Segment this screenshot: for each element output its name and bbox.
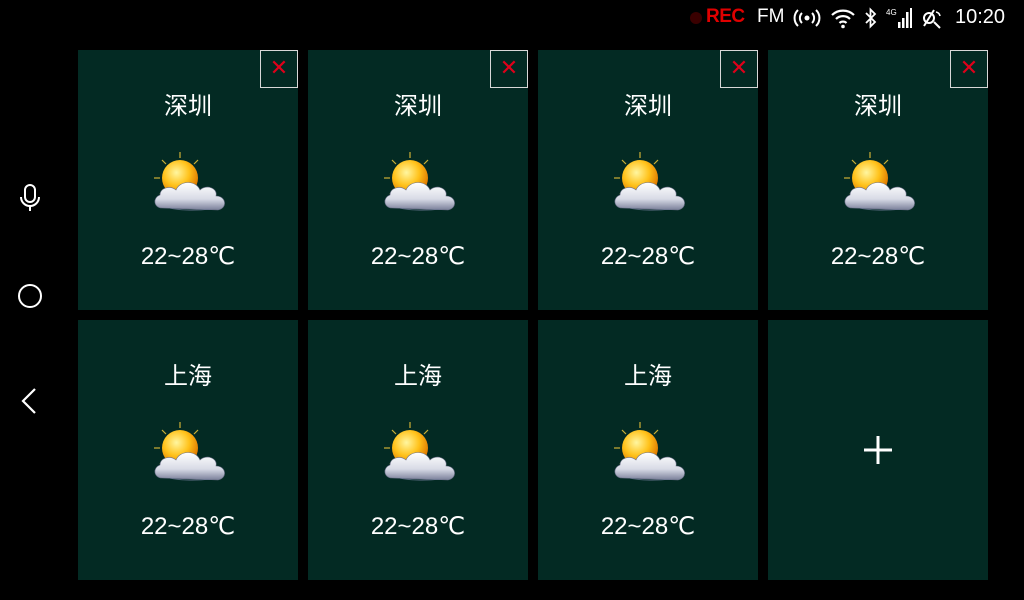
partly-cloudy-icon (380, 150, 458, 218)
weather-card-7[interactable]: 上海 22~28℃ (538, 320, 758, 580)
partly-cloudy-icon (840, 150, 918, 218)
city-name: 深圳 (164, 92, 212, 120)
partly-cloudy-icon (150, 150, 228, 218)
weather-card-3[interactable]: ✕ 深圳 22~28℃ (538, 50, 758, 310)
back-icon[interactable] (14, 385, 46, 417)
city-name: 上海 (624, 362, 672, 390)
home-icon[interactable] (14, 280, 46, 312)
weather-card-1[interactable]: ✕ 深圳 22~28℃ (78, 50, 298, 310)
partly-cloudy-icon (610, 420, 688, 488)
temperature-range: 22~28℃ (600, 513, 696, 540)
rec-indicator: REC (706, 6, 745, 27)
weather-card-4[interactable]: ✕ 深圳 22~28℃ (768, 50, 988, 310)
city-name: 深圳 (394, 92, 442, 120)
weather-card-6[interactable]: 上海 22~28℃ (308, 320, 528, 580)
microphone-icon[interactable] (14, 182, 46, 214)
temperature-range: 22~28℃ (370, 513, 466, 540)
partly-cloudy-icon (150, 420, 228, 488)
temperature-range: 22~28℃ (370, 243, 466, 270)
broadcast-icon (793, 9, 821, 27)
city-name: 深圳 (854, 92, 902, 120)
plus-icon (864, 436, 892, 464)
clock: 10:20 (955, 6, 1006, 28)
city-name: 深圳 (624, 92, 672, 120)
partly-cloudy-icon (380, 420, 458, 488)
rec-dot-icon (690, 12, 702, 24)
temperature-range: 22~28℃ (600, 243, 696, 270)
city-name: 上海 (394, 362, 442, 390)
fm-indicator: FM (757, 6, 785, 27)
status-bar: REC FM 4G 10:20 (0, 0, 1024, 36)
temperature-range: 22~28℃ (140, 243, 236, 270)
svg-text:4G: 4G (886, 8, 897, 17)
temperature-range: 22~28℃ (830, 243, 926, 270)
close-button[interactable]: ✕ (720, 50, 758, 88)
weather-card-5[interactable]: 上海 22~28℃ (78, 320, 298, 580)
city-name: 上海 (164, 362, 212, 390)
close-button[interactable]: ✕ (490, 50, 528, 88)
add-city-card[interactable] (768, 320, 988, 580)
signal-4g-icon: 4G (886, 8, 912, 28)
bluetooth-icon (865, 7, 877, 29)
temperature-range: 22~28℃ (140, 513, 236, 540)
weather-screen: REC FM 4G 10:20 ✕ 深圳 22~28℃ ✕ 深圳 22~28℃ … (0, 0, 1024, 600)
close-button[interactable]: ✕ (950, 50, 988, 88)
close-button[interactable]: ✕ (260, 50, 298, 88)
wifi-icon (831, 9, 855, 29)
partly-cloudy-icon (610, 150, 688, 218)
weather-card-2[interactable]: ✕ 深圳 22~28℃ (308, 50, 528, 310)
satellite-icon (923, 9, 941, 29)
